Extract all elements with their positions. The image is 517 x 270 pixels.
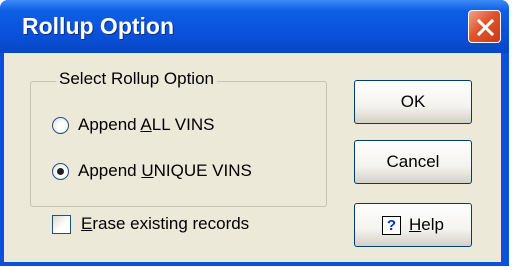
group-title: Select Rollup Option [56, 69, 217, 89]
rollup-option-group [30, 81, 327, 207]
dialog-body: Select Rollup Option Append ALL VINS App… [4, 53, 501, 262]
window-title: Rollup Option [22, 13, 175, 39]
help-button-label: Help [409, 215, 444, 234]
radio-append-all[interactable]: Append ALL VINS [52, 115, 214, 135]
radio-append-unique[interactable]: Append UNIQUE VINS [52, 161, 252, 181]
title-bar[interactable]: Rollup Option [0, 0, 509, 53]
close-icon [476, 18, 495, 37]
radio-append-all-label: Append ALL VINS [78, 115, 215, 134]
checkbox-icon[interactable] [52, 214, 71, 234]
ok-button[interactable]: OK [354, 80, 472, 124]
cancel-button[interactable]: Cancel [354, 140, 472, 184]
erase-existing-label: Erase existing records [81, 214, 250, 233]
radio-button-icon[interactable] [52, 116, 69, 134]
cancel-button-label: Cancel [386, 152, 440, 171]
close-button[interactable] [468, 10, 501, 43]
ok-button-label: OK [400, 92, 426, 111]
help-icon: ? [382, 215, 402, 235]
dialog-window: Rollup Option Select Rollup Option Appen… [0, 0, 509, 266]
radio-append-unique-label: Append UNIQUE VINS [78, 161, 252, 180]
radio-button-selected-icon[interactable] [52, 162, 69, 180]
erase-existing-checkbox[interactable]: Erase existing records [52, 214, 249, 234]
help-button[interactable]: ? Help [354, 203, 472, 247]
